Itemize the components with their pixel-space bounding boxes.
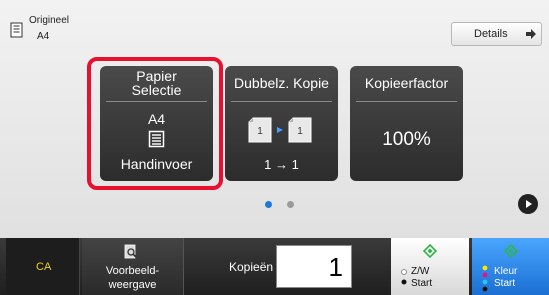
preview-label-line2: weergave <box>108 279 157 291</box>
start-diamond-icon <box>504 244 518 258</box>
svg-text:1: 1 <box>297 126 303 137</box>
clear-all-label: CA <box>36 261 52 273</box>
copy-ratio-tile[interactable]: Kopieerfactor 100% <box>350 66 463 181</box>
clear-all-button[interactable]: CA <box>6 238 80 295</box>
details-label: Details <box>474 28 508 40</box>
copy-screen: Origineel A4 Details Papier Selectie A4 … <box>0 0 549 295</box>
preview-label-line1: Voorbeeld- <box>105 265 160 277</box>
copies-value: 1 <box>328 252 343 282</box>
bw-indicator-icon <box>401 269 407 285</box>
start-color-sublabel: Start <box>494 278 516 289</box>
document-icon <box>10 22 23 38</box>
start-bw-label: Z/W <box>411 266 430 277</box>
start-color-button[interactable]: Kleur Start <box>472 238 549 295</box>
original-size: A4 <box>37 31 50 42</box>
page-indicator[interactable] <box>287 201 294 208</box>
details-button[interactable]: Details <box>451 22 542 46</box>
copies-label: Kopieën <box>229 260 274 274</box>
svg-text:1: 1 <box>257 126 263 137</box>
original-label: Origineel <box>29 15 70 26</box>
copies-input[interactable]: 1 <box>276 245 352 288</box>
start-bw-sublabel: Start <box>411 278 433 289</box>
preview-button[interactable]: Voorbeeld- weergave <box>82 238 184 295</box>
magnify-document-icon <box>124 244 137 259</box>
copy-ratio-value: 100% <box>382 129 431 150</box>
selected-tile-highlight <box>87 57 223 190</box>
arrow-right-icon <box>526 29 536 39</box>
color-indicator-icon <box>482 265 488 292</box>
start-diamond-icon <box>423 244 437 258</box>
duplex-copy-icon: 1 1 <box>248 117 312 143</box>
tile-divider <box>231 101 332 102</box>
tile-divider <box>356 101 457 102</box>
page-indicator-active <box>265 201 272 208</box>
next-page-icon[interactable] <box>518 194 538 214</box>
start-color-label: Kleur <box>494 266 518 277</box>
start-bw-button[interactable]: Z/W Start <box>391 238 469 295</box>
duplex-copy-tile[interactable]: Dubbelz. Kopie 1 1 1 → 1 <box>225 66 338 181</box>
copy-ratio-title: Kopieerfactor <box>364 75 449 91</box>
duplex-mode: 1 → 1 <box>264 157 299 172</box>
duplex-copy-title: Dubbelz. Kopie <box>234 75 329 91</box>
